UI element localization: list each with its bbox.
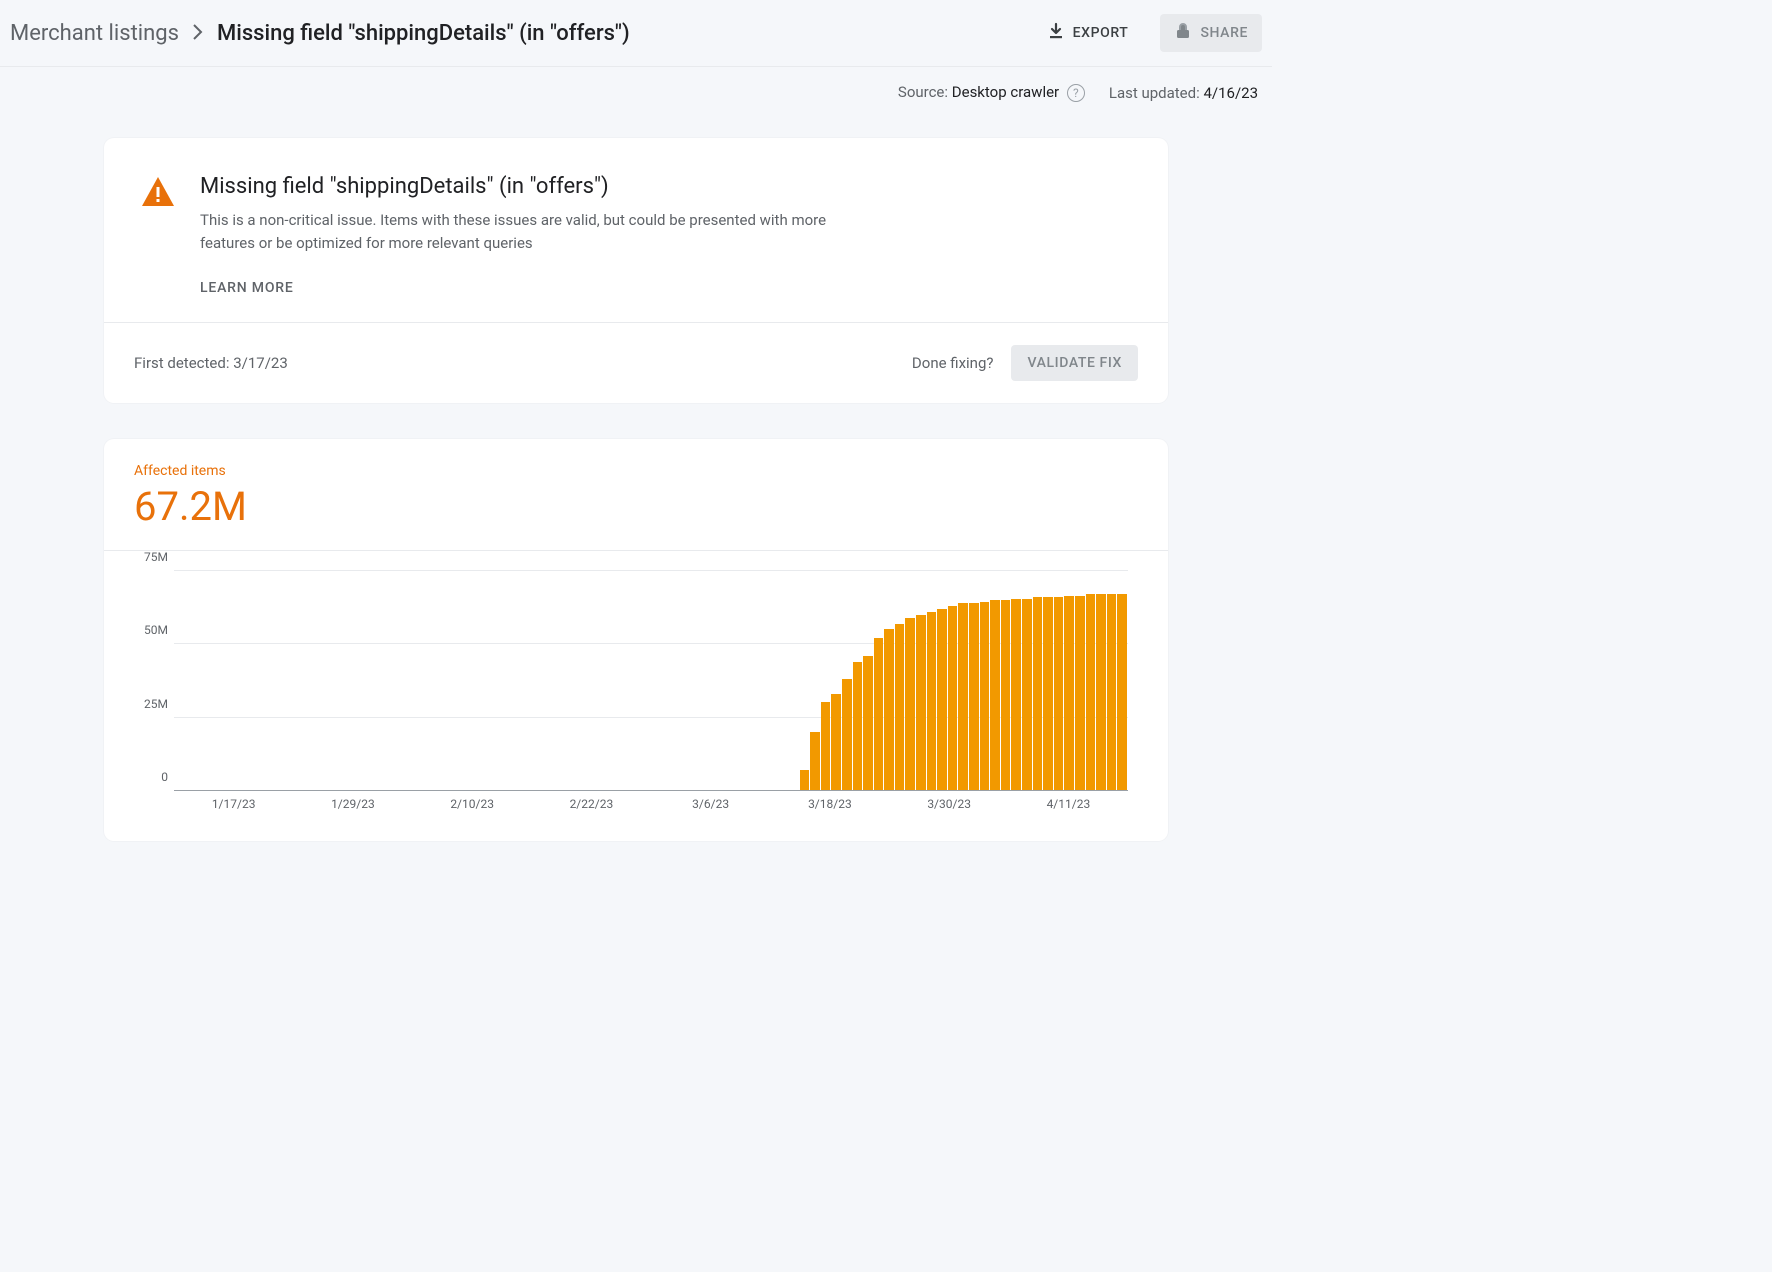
chart-bar[interactable] — [1117, 594, 1127, 790]
y-axis: 025M50M75M — [134, 571, 174, 791]
chart-bar[interactable] — [821, 702, 831, 790]
chart-bar[interactable] — [1011, 599, 1021, 790]
y-tick: 0 — [161, 770, 168, 784]
chart-bar[interactable] — [895, 624, 905, 790]
issue-description: This is a non-critical issue. Items with… — [200, 209, 860, 254]
issue-footer: First detected: 3/17/23 Done fixing? VAL… — [104, 322, 1168, 403]
y-tick: 25M — [144, 697, 168, 711]
chart-bar[interactable] — [990, 600, 1000, 790]
chart-bar[interactable] — [1075, 596, 1085, 790]
issue-card: Missing field "shippingDetails" (in "off… — [104, 138, 1168, 403]
x-tick: 3/6/23 — [692, 797, 729, 811]
chart-bar[interactable] — [1107, 594, 1117, 790]
y-tick: 75M — [144, 550, 168, 564]
first-detected: First detected: 3/17/23 — [134, 354, 288, 372]
updated-label: Last updated: — [1109, 84, 1200, 102]
learn-more-link[interactable]: LEARN MORE — [200, 280, 860, 296]
chart-bar[interactable] — [1096, 594, 1106, 790]
chart-bar[interactable] — [927, 612, 937, 790]
chart-bar[interactable] — [948, 606, 958, 790]
chart-bar[interactable] — [958, 603, 968, 790]
chevron-right-icon — [193, 21, 203, 46]
chart-bar[interactable] — [905, 618, 915, 790]
chart-bar[interactable] — [1054, 597, 1064, 790]
chart-bar[interactable] — [937, 609, 947, 790]
source-value: Desktop crawler — [952, 83, 1059, 101]
x-axis: 1/17/23 1/29/23 2/10/23 2/22/23 3/6/23 3/18/2… — [174, 797, 1128, 817]
updated-value: 4/16/23 — [1203, 84, 1258, 102]
chart-bar[interactable] — [810, 732, 820, 790]
updated-field: Last updated: 4/16/23 — [1109, 84, 1258, 102]
share-button[interactable]: SHARE — [1160, 14, 1262, 52]
chart-bar[interactable] — [853, 662, 863, 790]
validate-group: Done fixing? VALIDATE FIX — [912, 345, 1138, 381]
divider — [104, 550, 1168, 551]
chart-bar[interactable] — [916, 615, 926, 790]
chart-bar[interactable] — [831, 694, 841, 790]
chart-bar[interactable] — [1022, 599, 1032, 790]
header-actions: EXPORT SHARE — [1033, 14, 1262, 52]
download-icon — [1047, 22, 1065, 44]
chart-plot[interactable] — [174, 571, 1128, 791]
chart-bar[interactable] — [1086, 594, 1096, 790]
export-button[interactable]: EXPORT — [1033, 14, 1143, 52]
breadcrumb: Merchant listings Missing field "shippin… — [10, 21, 630, 46]
source-label: Source: — [898, 83, 948, 101]
breadcrumb-root[interactable]: Merchant listings — [10, 21, 179, 46]
validate-fix-button[interactable]: VALIDATE FIX — [1011, 345, 1138, 381]
export-label: EXPORT — [1073, 25, 1129, 41]
chart-card: Affected items 67.2M 025M50M75M 1/17/231… — [104, 439, 1168, 841]
chart-bar[interactable] — [969, 603, 979, 790]
issue-text: Missing field "shippingDetails" (in "off… — [200, 174, 860, 296]
chart-label: Affected items — [134, 463, 1138, 479]
x-tick: 2/10/23 — [450, 797, 494, 811]
x-tick: 3/30/23 — [927, 797, 971, 811]
chart-bar[interactable] — [863, 656, 873, 790]
first-detected-value: 3/17/23 — [233, 354, 288, 372]
x-tick: 4/11/23 — [1047, 797, 1091, 811]
chart-bar[interactable] — [1033, 597, 1043, 790]
source-field: Source: Desktop crawler ? — [898, 83, 1085, 102]
lock-icon — [1174, 22, 1192, 44]
x-tick: 2/22/23 — [570, 797, 614, 811]
chart-bar[interactable] — [842, 679, 852, 790]
x-tick: 1/17/23 — [212, 797, 256, 811]
chart-bar[interactable] — [1043, 597, 1053, 790]
x-tick: 1/29/23 — [331, 797, 375, 811]
share-label: SHARE — [1200, 25, 1248, 41]
chart-bar[interactable] — [800, 770, 810, 790]
chart-bar[interactable] — [884, 629, 894, 790]
page-header: Merchant listings Missing field "shippin… — [0, 0, 1272, 67]
first-detected-label: First detected: — [134, 354, 229, 372]
chart-bar[interactable] — [980, 602, 990, 790]
chart-bar[interactable] — [874, 638, 884, 790]
x-tick: 3/18/23 — [808, 797, 852, 811]
breadcrumb-current: Missing field "shippingDetails" (in "off… — [217, 21, 630, 46]
subheader: Source: Desktop crawler ? Last updated: … — [0, 67, 1272, 102]
help-icon[interactable]: ? — [1067, 84, 1085, 102]
chart-value: 67.2M — [134, 483, 1138, 530]
chart-bar[interactable] — [1064, 596, 1074, 790]
chart-area: 025M50M75M 1/17/231/29/232/10/232/22/233… — [174, 571, 1128, 811]
chart-bar[interactable] — [1001, 600, 1011, 790]
issue-title: Missing field "shippingDetails" (in "off… — [200, 174, 860, 199]
y-tick: 50M — [144, 623, 168, 637]
done-fixing-label: Done fixing? — [912, 354, 994, 372]
warning-icon — [140, 174, 176, 296]
